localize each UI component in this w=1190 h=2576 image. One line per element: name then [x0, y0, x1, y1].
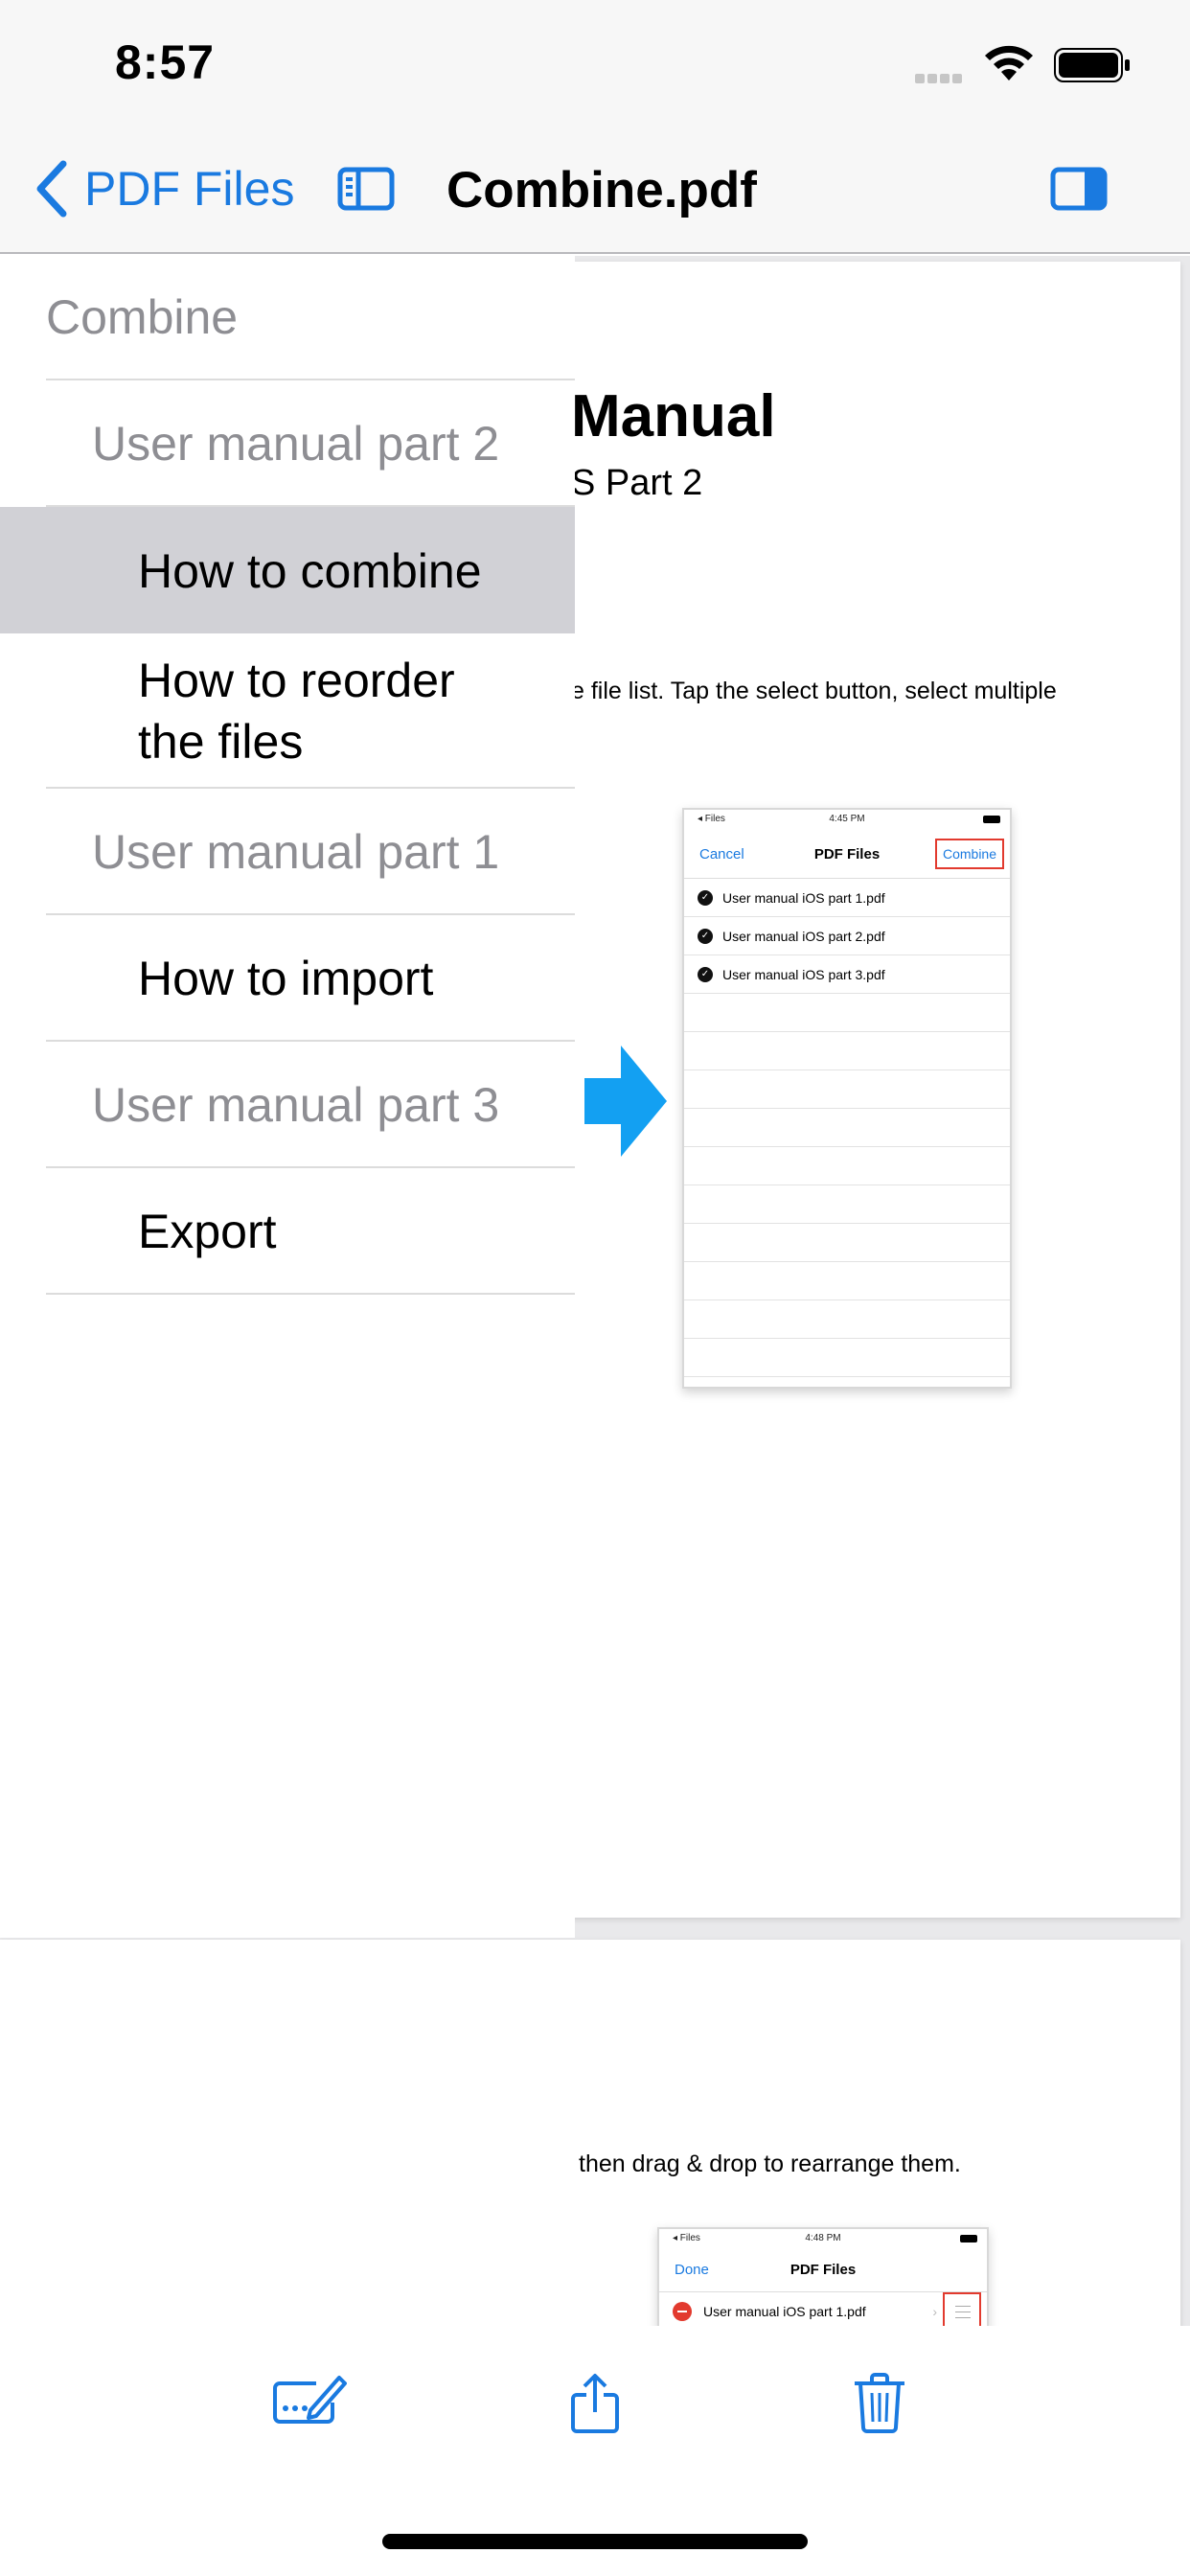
checkmark-icon: ✓	[698, 889, 713, 906]
back-button-label: PDF Files	[84, 162, 295, 216]
outline-item-how-to-reorder[interactable]: How to reorder the files	[46, 635, 575, 789]
back-button[interactable]: PDF Files	[34, 158, 294, 219]
outline-item-how-to-combine[interactable]: How to combine	[46, 509, 575, 633]
embedded-screenshot: ◂ Files 4:48 PM Done PDF Files User manu…	[657, 2227, 989, 2333]
outline-item-label: How to combine	[138, 544, 482, 598]
outline-item-label: Combine	[46, 290, 239, 344]
mock-status-time: 4:45 PM	[829, 814, 865, 824]
pdf-page-2[interactable]: then drag & drop to rearrange them. ◂ Fi…	[0, 1940, 1180, 2333]
mock-battery-icon	[983, 816, 1000, 823]
delete-icon	[673, 2302, 692, 2321]
outline-item-label: How to import	[138, 952, 434, 1005]
cellular-signal-icon	[915, 71, 965, 88]
embedded-screenshot: ◂ Files 4:45 PM Cancel PDF Files Combine…	[682, 808, 1012, 1389]
outline-item-user-manual-part-3[interactable]: User manual part 3	[46, 1044, 575, 1168]
outline-item-label: Export	[138, 1205, 277, 1258]
mock-file-row: User manual iOS part 1.pdf ›	[659, 2292, 987, 2333]
mock-file-name: User manual iOS part 3.pdf	[722, 966, 885, 982]
outline-item-label: User manual part 3	[92, 1078, 500, 1132]
outline-item-user-manual-part-1[interactable]: User manual part 1	[46, 791, 575, 915]
outline-item-label: User manual part 1	[92, 825, 500, 879]
chevron-right-icon: ›	[932, 2304, 937, 2319]
home-indicator[interactable]	[382, 2534, 808, 2549]
outline-item-how-to-import[interactable]: How to import	[46, 917, 575, 1042]
checkmark-icon: ✓	[698, 966, 713, 982]
page-body-text: then drag & drop to rearrange them.	[579, 2150, 961, 2177]
navigation-bar: PDF Files Combine.pdf	[0, 125, 1190, 254]
annotate-icon[interactable]	[272, 2372, 347, 2429]
document-title: Combine.pdf	[446, 162, 757, 218]
mock-file-row: ✓ User manual iOS part 2.pdf	[684, 917, 1010, 955]
page-body-text: e file list. Tap the select button, sele…	[571, 678, 1057, 704]
mock-file-row: ✓ User manual iOS part 1.pdf	[684, 879, 1010, 917]
mock-file-name: User manual iOS part 1.pdf	[722, 889, 885, 906]
page-heading: Manual	[571, 383, 776, 449]
chevron-left-icon	[36, 160, 67, 218]
inspector-toggle-icon[interactable]	[1050, 167, 1108, 211]
share-icon[interactable]	[569, 2372, 621, 2435]
outline-item-label: User manual part 2	[92, 417, 500, 471]
sidebar-toggle-icon[interactable]	[337, 167, 395, 211]
outline-item-export[interactable]: Export	[46, 1170, 575, 1295]
arrow-right-icon	[584, 1046, 667, 1157]
outline-sidebar: Combine User manual part 2 How to combin…	[0, 256, 575, 1938]
wifi-icon	[985, 45, 1033, 80]
page-subheading: S Part 2	[571, 463, 703, 503]
outline-item-user-manual-part-2[interactable]: User manual part 2	[46, 382, 575, 507]
mock-combine: Combine	[934, 839, 1004, 869]
mock-title: PDF Files	[790, 2262, 857, 2278]
status-bar: 8:57	[0, 0, 1190, 125]
trash-icon[interactable]	[853, 2372, 906, 2433]
outline-item-label: How to reorder the files	[138, 654, 455, 769]
checkmark-icon: ✓	[698, 928, 713, 944]
battery-icon	[1054, 48, 1130, 82]
mock-file-name: User manual iOS part 2.pdf	[722, 928, 885, 944]
mock-battery-icon	[960, 2235, 977, 2242]
outline-item-combine[interactable]: Combine	[46, 256, 575, 380]
mock-file-row: ✓ User manual iOS part 3.pdf	[684, 955, 1010, 994]
status-time: 8:57	[115, 35, 216, 89]
mock-status-time: 4:48 PM	[805, 2233, 841, 2243]
mock-file-name: User manual iOS part 1.pdf	[703, 2304, 866, 2319]
